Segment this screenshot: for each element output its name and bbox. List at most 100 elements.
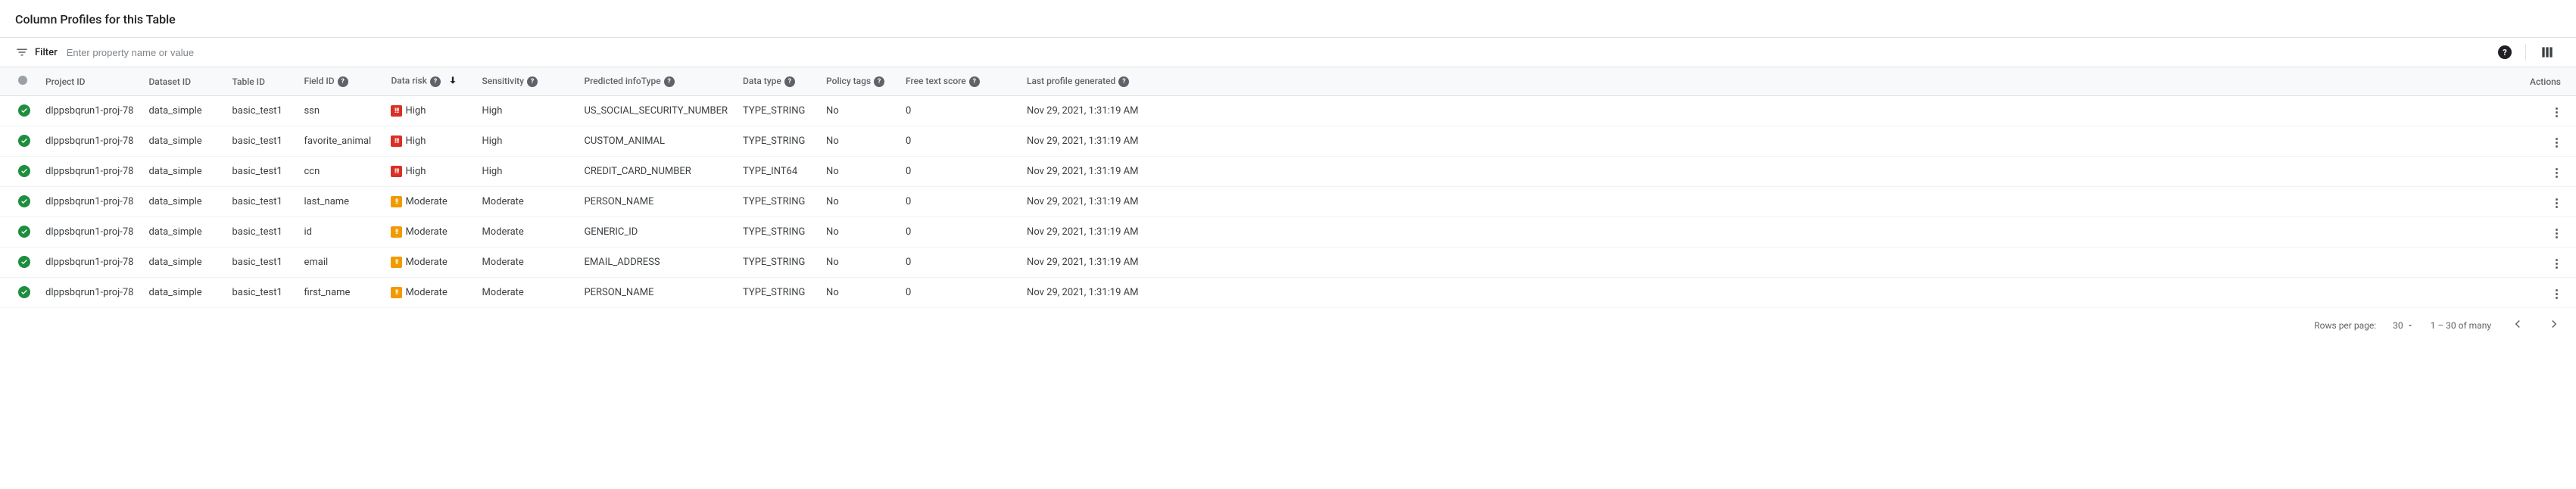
cell-sensitivity: Moderate — [474, 278, 576, 308]
cell-sensitivity: Moderate — [474, 217, 576, 248]
cell-field: ccn — [296, 157, 383, 187]
cell-policy: No — [819, 96, 898, 126]
cell-risk: !!Moderate — [383, 248, 474, 278]
cell-dataset: data_simple — [141, 248, 224, 278]
cell-risk: !!!High — [383, 157, 474, 187]
help-icon[interactable]: ? — [1118, 76, 1129, 87]
cell-field: ssn — [296, 96, 383, 126]
row-actions-button[interactable] — [2553, 195, 2561, 211]
cell-policy: No — [819, 126, 898, 157]
columns-icon[interactable] — [2540, 45, 2555, 60]
cell-dtype: TYPE_STRING — [735, 126, 819, 157]
table-row[interactable]: dlppsbqrun1-proj-78data_simplebasic_test… — [0, 248, 2576, 278]
cell-last: Nov 29, 2021, 1:31:19 AM — [1019, 187, 2522, 217]
cell-last: Nov 29, 2021, 1:31:19 AM — [1019, 217, 2522, 248]
cell-last: Nov 29, 2021, 1:31:19 AM — [1019, 126, 2522, 157]
col-data-risk[interactable]: Data risk — [391, 76, 426, 86]
rows-per-page-value: 30 — [2393, 320, 2403, 331]
col-project-id[interactable]: Project ID — [45, 76, 85, 87]
cell-last: Nov 29, 2021, 1:31:19 AM — [1019, 96, 2522, 126]
col-table-id[interactable]: Table ID — [232, 76, 264, 87]
row-actions-button[interactable] — [2553, 104, 2561, 120]
cell-infotype: US_SOCIAL_SECURITY_NUMBER — [576, 96, 735, 126]
col-infotype[interactable]: Predicted infoType — [584, 76, 660, 86]
cell-dataset: data_simple — [141, 278, 224, 308]
help-icon[interactable]: ? — [969, 76, 980, 87]
cell-dtype: TYPE_STRING — [735, 217, 819, 248]
cell-sensitivity: High — [474, 96, 576, 126]
cell-field: first_name — [296, 278, 383, 308]
cell-risk: !!!High — [383, 126, 474, 157]
cell-last: Nov 29, 2021, 1:31:19 AM — [1019, 248, 2522, 278]
risk-badge-icon: !! — [391, 287, 402, 298]
cell-table: basic_test1 — [224, 157, 296, 187]
help-icon[interactable]: ? — [430, 76, 441, 87]
page-title: Column Profiles for this Table — [0, 6, 2576, 37]
table-row[interactable]: dlppsbqrun1-proj-78data_simplebasic_test… — [0, 96, 2576, 126]
cell-field: favorite_animal — [296, 126, 383, 157]
table-row[interactable]: dlppsbqrun1-proj-78data_simplebasic_test… — [0, 278, 2576, 308]
pagination-range: 1 – 30 of many — [2431, 320, 2491, 331]
cell-risk: !!Moderate — [383, 187, 474, 217]
cell-risk: !!Moderate — [383, 217, 474, 248]
cell-infotype: CUSTOM_ANIMAL — [576, 126, 735, 157]
table-row[interactable]: dlppsbqrun1-proj-78data_simplebasic_test… — [0, 187, 2576, 217]
row-actions-button[interactable] — [2553, 286, 2561, 302]
cell-dtype: TYPE_INT64 — [735, 157, 819, 187]
help-icon[interactable]: ? — [874, 76, 884, 87]
col-policy[interactable]: Policy tags — [826, 76, 871, 86]
cell-field: last_name — [296, 187, 383, 217]
cell-sensitivity: High — [474, 157, 576, 187]
risk-badge-icon: !! — [391, 196, 402, 207]
cell-policy: No — [819, 157, 898, 187]
col-dtype[interactable]: Data type — [743, 76, 781, 86]
row-actions-button[interactable] — [2553, 165, 2561, 181]
cell-last: Nov 29, 2021, 1:31:19 AM — [1019, 278, 2522, 308]
pagination: Rows per page: 30 1 – 30 of many — [0, 308, 2576, 342]
cell-free: 0 — [898, 187, 1019, 217]
rows-per-page-label: Rows per page: — [2314, 320, 2376, 331]
help-icon[interactable]: ? — [664, 76, 675, 87]
cell-field: email — [296, 248, 383, 278]
col-field-id[interactable]: Field ID — [304, 76, 334, 86]
table-row[interactable]: dlppsbqrun1-proj-78data_simplebasic_test… — [0, 126, 2576, 157]
cell-table: basic_test1 — [224, 217, 296, 248]
col-free[interactable]: Free text score — [906, 76, 966, 86]
cell-table: basic_test1 — [224, 278, 296, 308]
table-row[interactable]: dlppsbqrun1-proj-78data_simplebasic_test… — [0, 217, 2576, 248]
col-sensitivity[interactable]: Sensitivity — [482, 76, 524, 86]
cell-dataset: data_simple — [141, 217, 224, 248]
row-actions-button[interactable] — [2553, 226, 2561, 241]
risk-badge-icon: !!! — [391, 166, 402, 177]
check-circle-icon — [18, 135, 30, 147]
cell-dataset: data_simple — [141, 126, 224, 157]
cell-project: dlppsbqrun1-proj-78 — [38, 157, 141, 187]
help-icon[interactable]: ? — [527, 76, 538, 87]
col-dataset-id[interactable]: Dataset ID — [148, 76, 191, 87]
row-actions-button[interactable] — [2553, 135, 2561, 151]
prev-page-button[interactable] — [2508, 314, 2528, 336]
cell-infotype: PERSON_NAME — [576, 278, 735, 308]
cell-policy: No — [819, 217, 898, 248]
cell-field: id — [296, 217, 383, 248]
filter-icon[interactable] — [15, 45, 29, 59]
divider-vertical — [2525, 44, 2526, 61]
help-icon[interactable]: ? — [338, 76, 348, 87]
rows-per-page-select[interactable]: 30 — [2393, 320, 2414, 331]
next-page-button[interactable] — [2544, 314, 2564, 336]
col-last[interactable]: Last profile generated — [1027, 76, 1115, 86]
cell-project: dlppsbqrun1-proj-78 — [38, 278, 141, 308]
cell-project: dlppsbqrun1-proj-78 — [38, 96, 141, 126]
help-icon[interactable]: ? — [784, 76, 795, 87]
row-actions-button[interactable] — [2553, 256, 2561, 272]
caret-down-icon — [2406, 322, 2414, 329]
risk-badge-icon: !! — [391, 257, 402, 268]
arrow-down-icon[interactable] — [448, 77, 458, 88]
filter-input[interactable] — [67, 47, 2489, 58]
help-icon[interactable]: ? — [2498, 45, 2512, 59]
cell-policy: No — [819, 278, 898, 308]
table-row[interactable]: dlppsbqrun1-proj-78data_simplebasic_test… — [0, 157, 2576, 187]
cell-risk: !!!High — [383, 96, 474, 126]
cell-dtype: TYPE_STRING — [735, 248, 819, 278]
cell-last: Nov 29, 2021, 1:31:19 AM — [1019, 157, 2522, 187]
